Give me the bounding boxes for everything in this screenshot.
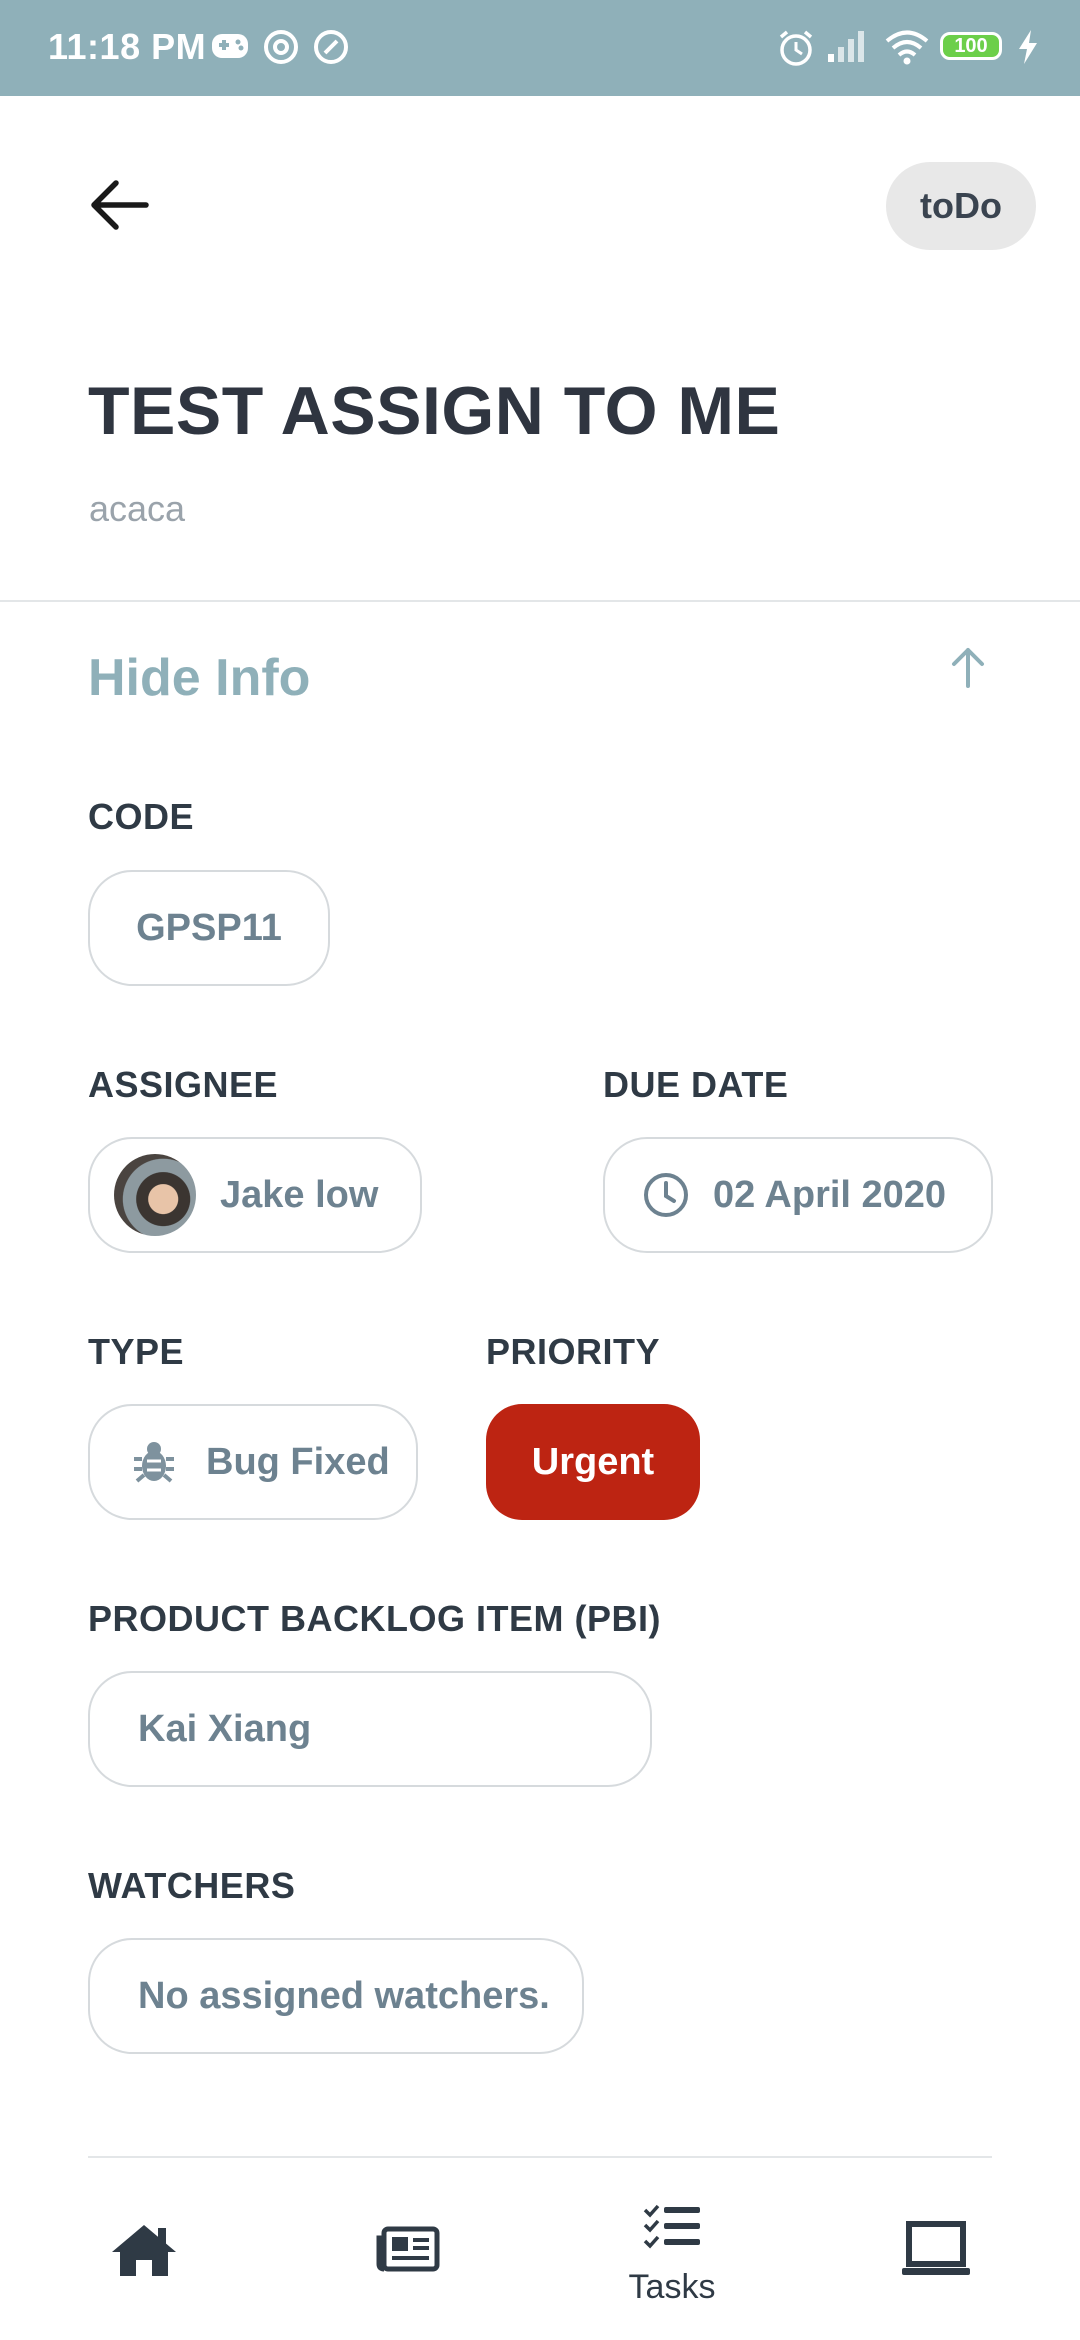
code-chip: GPSP11: [88, 870, 330, 986]
task-title: TEST ASSIGN TO ME: [88, 373, 781, 449]
status-bar: 11:18 PM 100: [0, 0, 1080, 96]
tasks-list-icon: [643, 2204, 700, 2249]
watchers-label: WATCHERS: [88, 1865, 296, 1906]
collapse-button[interactable]: [940, 640, 996, 696]
nav-workspace[interactable]: [876, 2164, 996, 2340]
code-label: CODE: [88, 796, 195, 837]
arrow-up-icon: [952, 648, 984, 688]
pbi-chip[interactable]: Kai Xiang: [88, 1671, 652, 1787]
type-label: TYPE: [88, 1331, 185, 1372]
gamepad-icon: [212, 34, 248, 58]
newspaper-icon: [376, 2226, 440, 2272]
due-date-label: DUE DATE: [603, 1064, 789, 1105]
type-chip[interactable]: Bug Fixed: [88, 1404, 418, 1520]
nav-tasks-label: Tasks: [628, 2268, 716, 2306]
avatar: [114, 1154, 196, 1236]
hide-info-toggle[interactable]: Hide Info: [88, 648, 310, 708]
watchers-chip[interactable]: No assigned watchers.: [88, 1938, 584, 2054]
home-icon: [112, 2225, 176, 2276]
alarm-icon: [779, 30, 813, 66]
priority-label: PRIORITY: [486, 1331, 661, 1372]
nav-tasks[interactable]: Tasks: [612, 2164, 732, 2340]
priority-badge[interactable]: Urgent: [486, 1404, 700, 1520]
assignee-name: Jake low: [220, 1173, 379, 1216]
nav-news[interactable]: [348, 2164, 468, 2340]
bottom-nav: Tasks: [0, 2164, 1080, 2340]
divider: [0, 600, 1080, 602]
watchers-value: No assigned watchers.: [138, 1974, 550, 2017]
divider: [88, 2156, 992, 2158]
status-badge[interactable]: toDo: [886, 162, 1036, 250]
assignee-chip[interactable]: Jake low: [88, 1137, 422, 1253]
back-button[interactable]: [90, 178, 154, 232]
at-sign-icon: [314, 30, 348, 64]
code-value: GPSP11: [136, 906, 282, 949]
due-date-chip[interactable]: 02 April 2020: [603, 1137, 993, 1253]
task-description: acaca: [89, 488, 186, 529]
bug-icon: [134, 1442, 174, 1483]
type-value: Bug Fixed: [206, 1440, 390, 1483]
laptop-icon: [902, 2221, 970, 2275]
due-date-value: 02 April 2020: [713, 1173, 947, 1216]
wifi-icon: [885, 30, 929, 65]
pbi-label: PRODUCT BACKLOG ITEM (PBI): [88, 1598, 661, 1639]
at-sign-icon: [264, 30, 298, 64]
signal-icon: [828, 31, 864, 62]
status-time: 11:18 PM: [48, 26, 207, 67]
arrow-left-icon: [91, 180, 149, 230]
pbi-value: Kai Xiang: [138, 1707, 312, 1750]
nav-home[interactable]: [84, 2164, 204, 2340]
assignee-label: ASSIGNEE: [88, 1064, 279, 1105]
charging-icon: [1019, 30, 1037, 64]
battery-icon: 100: [940, 32, 1002, 60]
clock-icon: [644, 1173, 688, 1217]
